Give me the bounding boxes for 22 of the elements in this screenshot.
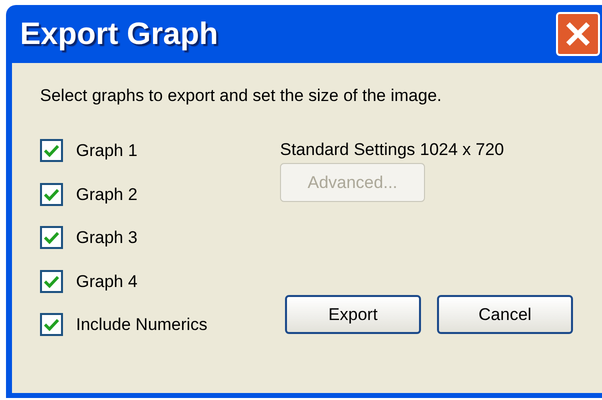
- checkbox[interactable]: [40, 139, 63, 162]
- checkbox[interactable]: [40, 270, 63, 292]
- close-icon: [565, 21, 591, 47]
- dialog-button[interactable]: Cancel: [437, 295, 573, 334]
- checkbox[interactable]: [40, 182, 63, 206]
- checkbox-label[interactable]: Include Numerics: [76, 313, 208, 336]
- checkbox[interactable]: [40, 313, 63, 336]
- checkmark-icon: [44, 144, 59, 157]
- checkbox-label[interactable]: Graph 4: [76, 270, 138, 292]
- checkmark-icon: [44, 188, 59, 200]
- checkbox-label[interactable]: Graph 3: [76, 226, 138, 249]
- checkmark-icon: [44, 231, 59, 244]
- settings-label: Standard Settings 1024 x 720: [280, 139, 505, 161]
- checkbox-label[interactable]: Graph 1: [76, 139, 138, 162]
- checkmark-icon: [44, 274, 59, 288]
- checkbox[interactable]: [40, 226, 63, 249]
- window-title: Export Graph: [19, 14, 218, 53]
- checkmark-icon: [44, 318, 59, 331]
- checkbox-label[interactable]: Graph 2: [76, 182, 138, 206]
- close-button[interactable]: [556, 12, 600, 56]
- dialog-button[interactable]: Export: [285, 295, 421, 334]
- instructions-text: Select graphs to export and set the size of the image.: [40, 85, 443, 107]
